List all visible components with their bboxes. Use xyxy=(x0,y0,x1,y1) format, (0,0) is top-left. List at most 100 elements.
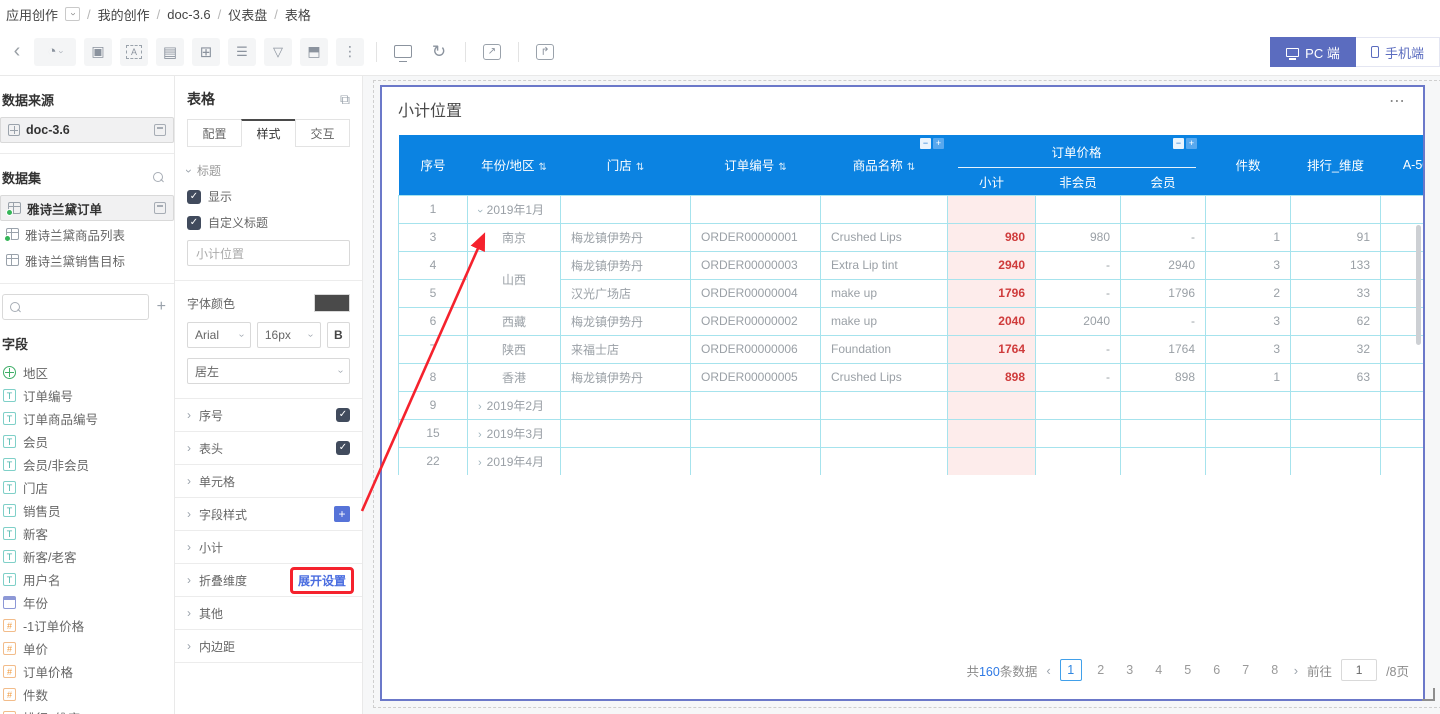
bold-button[interactable]: B xyxy=(326,322,350,348)
field-item[interactable]: 订单价格 xyxy=(0,660,174,683)
field-item[interactable]: 用户名 xyxy=(0,568,174,591)
breadcrumb-root[interactable]: 应用创作 xyxy=(6,5,58,24)
field-item[interactable]: 订单商品编号 xyxy=(0,407,174,430)
font-size-select[interactable]: 16px › xyxy=(256,322,321,348)
field-item[interactable]: 件数 xyxy=(0,683,174,706)
font-family-select[interactable]: Arial › xyxy=(187,322,251,348)
cell-region-group[interactable]: ›2019年1月 xyxy=(467,194,561,224)
expand-columns-icon[interactable]: + xyxy=(1186,138,1197,149)
page-button[interactable]: 1 xyxy=(1059,659,1082,681)
field-item[interactable]: 门店 xyxy=(0,476,174,499)
field-search-input[interactable] xyxy=(2,294,149,320)
field-item[interactable]: 单价 xyxy=(0,637,174,660)
panel-icon[interactable] xyxy=(154,202,166,214)
checkbox-checked[interactable] xyxy=(336,441,350,455)
checkbox-checked[interactable] xyxy=(187,215,201,230)
field-item[interactable]: 新客/老客 xyxy=(0,545,174,568)
col-header-order[interactable]: 订单编号 xyxy=(690,135,821,195)
add-field-style-button[interactable] xyxy=(334,506,350,522)
datasource-item-doc[interactable]: doc-3.6 xyxy=(0,117,174,143)
tab-style[interactable]: 样式 xyxy=(241,119,296,147)
checkbox-checked[interactable] xyxy=(336,408,350,422)
add-web-component-icon[interactable] xyxy=(300,37,328,66)
add-field-icon[interactable]: + xyxy=(157,298,166,316)
mobile-mode-button[interactable]: 手机端 xyxy=(1356,37,1440,67)
dataset-item-targets[interactable]: 雅诗兰黛销售目标 xyxy=(0,247,174,273)
collapse-toggle-icon[interactable]: › xyxy=(478,457,482,469)
field-item[interactable]: -1订单价格 xyxy=(0,614,174,637)
prev-page-icon[interactable]: ‹ xyxy=(1046,663,1050,678)
collapse-columns-icon[interactable]: − xyxy=(920,138,931,149)
field-item[interactable]: 年份 xyxy=(0,591,174,614)
goto-page-input[interactable] xyxy=(1341,659,1378,681)
pc-mode-button[interactable]: PC 端 xyxy=(1270,37,1356,67)
section-padding[interactable]: › 内边距 xyxy=(175,630,362,663)
expand-settings-link[interactable]: 展开设置 xyxy=(298,574,346,588)
page-button[interactable]: 3 xyxy=(1120,659,1140,681)
add-chart-icon[interactable]: › xyxy=(34,37,76,66)
section-serial[interactable]: › 序号 xyxy=(175,399,362,432)
expand-columns-icon[interactable]: + xyxy=(933,138,944,149)
table-scrollbar[interactable] xyxy=(1416,225,1421,345)
widget-more-icon[interactable] xyxy=(1389,91,1407,111)
back-icon[interactable] xyxy=(8,38,26,66)
collapse-toggle-icon[interactable]: › xyxy=(478,401,482,413)
section-subtotal[interactable]: › 小计 xyxy=(175,531,362,564)
page-button[interactable]: 8 xyxy=(1265,659,1285,681)
tab-interaction[interactable]: 交互 xyxy=(295,119,350,147)
collapse-toggle-icon[interactable]: › xyxy=(474,209,486,213)
field-item[interactable]: 订单编号 xyxy=(0,384,174,407)
font-color-swatch[interactable] xyxy=(314,294,350,312)
page-button[interactable]: 6 xyxy=(1207,659,1227,681)
col-header-region[interactable]: 年份/地区 xyxy=(467,135,561,195)
search-icon[interactable] xyxy=(153,172,164,183)
field-item[interactable]: 会员 xyxy=(0,430,174,453)
cell-region-group[interactable]: › 2019年3月 xyxy=(467,418,561,448)
page-button[interactable]: 7 xyxy=(1236,659,1256,681)
dataset-item-products[interactable]: 雅诗兰黛商品列表 xyxy=(0,221,174,247)
checkbox-checked[interactable] xyxy=(187,189,201,204)
field-item[interactable]: 会员/非会员 xyxy=(0,453,174,476)
copy-icon[interactable] xyxy=(340,91,350,108)
page-button[interactable]: 5 xyxy=(1178,659,1198,681)
field-item[interactable]: 地区 xyxy=(0,361,174,384)
title-section-header[interactable]: › 标题 xyxy=(182,162,350,179)
add-form-icon[interactable] xyxy=(156,37,184,66)
cell-region-group[interactable]: › 2019年2月 xyxy=(467,390,561,420)
filter-card-icon[interactable] xyxy=(228,37,256,66)
field-item[interactable]: 销售员 xyxy=(0,499,174,522)
section-header[interactable]: › 表头 xyxy=(175,432,362,465)
section-other[interactable]: › 其他 xyxy=(175,597,362,630)
add-text-icon[interactable]: A xyxy=(120,37,148,66)
add-filter-icon[interactable] xyxy=(264,37,292,66)
preview-icon[interactable] xyxy=(389,38,417,66)
refresh-icon[interactable] xyxy=(425,38,453,66)
align-select[interactable]: 居左 › xyxy=(187,358,350,384)
more-tools-icon[interactable] xyxy=(336,37,364,66)
chevron-down-icon[interactable]: › xyxy=(65,7,81,21)
collapse-toggle-icon[interactable]: › xyxy=(478,429,482,441)
cell-region-group[interactable]: › 2019年4月 xyxy=(467,446,561,475)
field-item[interactable]: 排行_维度 xyxy=(0,706,174,714)
page-button[interactable]: 2 xyxy=(1091,659,1111,681)
add-component-icon[interactable] xyxy=(192,37,220,66)
widget-title-input[interactable] xyxy=(187,240,350,266)
col-header-store[interactable]: 门店 xyxy=(560,135,691,195)
breadcrumb-item-doc[interactable]: doc-3.6 xyxy=(167,7,210,22)
next-page-icon[interactable]: › xyxy=(1294,663,1298,678)
breadcrumb-item-dashboard[interactable]: 仪表盘 xyxy=(228,5,267,24)
collapse-columns-icon[interactable]: − xyxy=(1173,138,1184,149)
tab-config[interactable]: 配置 xyxy=(187,119,242,147)
breadcrumb-item-table[interactable]: 表格 xyxy=(285,5,311,24)
panel-icon[interactable] xyxy=(154,124,166,136)
share-icon[interactable] xyxy=(531,38,559,66)
table-widget-card[interactable]: 小计位置 − + − + 序号 xyxy=(380,85,1425,701)
resize-handle[interactable] xyxy=(1422,688,1435,701)
section-cell[interactable]: › 单元格 xyxy=(175,465,362,498)
page-button[interactable]: 4 xyxy=(1149,659,1169,681)
section-collapse-dimension[interactable]: › 折叠维度 展开设置 xyxy=(175,564,362,597)
section-field-style[interactable]: › 字段样式 xyxy=(175,498,362,531)
add-image-icon[interactable] xyxy=(84,37,112,66)
field-item[interactable]: 新客 xyxy=(0,522,174,545)
expand-icon[interactable] xyxy=(478,38,506,66)
